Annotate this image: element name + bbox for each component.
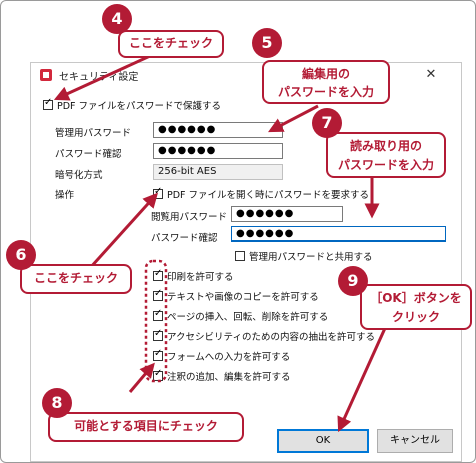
- callout-9-line2: クリック: [391, 310, 440, 324]
- callout-6: ここをチェック: [20, 264, 132, 294]
- callout-4: ここをチェック: [118, 30, 224, 58]
- step-6-badge: 6: [6, 240, 36, 270]
- step-9-badge: 9: [338, 266, 368, 296]
- step-5-badge: 5: [252, 28, 282, 58]
- step-8-badge: 8: [42, 388, 72, 418]
- callout-8: 可能とする項目にチェック: [48, 412, 244, 442]
- arrow-5: [268, 104, 319, 133]
- callout-5: 編集用の パスワードを入力: [262, 60, 390, 104]
- callout-7-line1: 読み取り用の: [349, 139, 422, 153]
- step-4-badge: 4: [102, 4, 132, 34]
- annotation-overlay: [53, 54, 397, 433]
- callout-5-line1: 編集用の: [301, 67, 350, 81]
- callout-7-line2: パスワードを入力: [337, 158, 434, 172]
- permissions-highlight: [144, 259, 168, 383]
- callout-7: 読み取り用の パスワードを入力: [326, 132, 446, 178]
- arrow-6: [88, 192, 159, 270]
- arrow-4: [53, 54, 151, 101]
- callout-9-line1: ［OK］ボタンを: [370, 291, 462, 305]
- step-7-badge: 7: [312, 108, 342, 138]
- callout-5-line2: パスワードを入力: [277, 85, 374, 99]
- callout-9: ［OK］ボタンを クリック: [360, 284, 472, 330]
